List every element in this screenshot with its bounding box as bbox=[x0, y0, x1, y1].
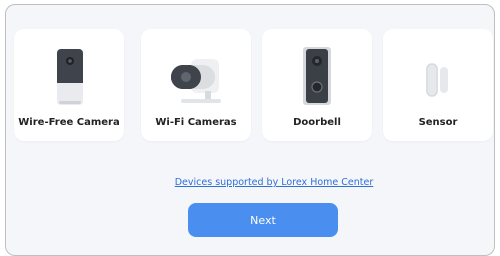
next-button[interactable]: Next bbox=[188, 203, 338, 237]
device-card-list: Wire-Free Camera Wi-Fi Cameras Doorbell bbox=[14, 29, 494, 141]
device-card-wire-free-camera[interactable]: Wire-Free Camera bbox=[14, 29, 124, 141]
wire-free-camera-icon bbox=[57, 49, 83, 105]
sensor-icon bbox=[426, 63, 448, 97]
device-label: Wi-Fi Cameras bbox=[155, 117, 237, 128]
wifi-camera-icon bbox=[171, 59, 221, 103]
device-label: Doorbell bbox=[293, 117, 341, 128]
doorbell-icon bbox=[303, 47, 331, 105]
device-label: Sensor bbox=[418, 117, 458, 128]
device-card-doorbell[interactable]: Doorbell bbox=[262, 29, 372, 141]
device-card-sensor[interactable]: Sensor bbox=[383, 29, 493, 141]
supported-devices-link[interactable]: Devices supported by Lorex Home Center bbox=[0, 177, 500, 188]
device-label: Wire-Free Camera bbox=[18, 117, 120, 128]
device-card-wifi-cameras[interactable]: Wi-Fi Cameras bbox=[141, 29, 251, 141]
